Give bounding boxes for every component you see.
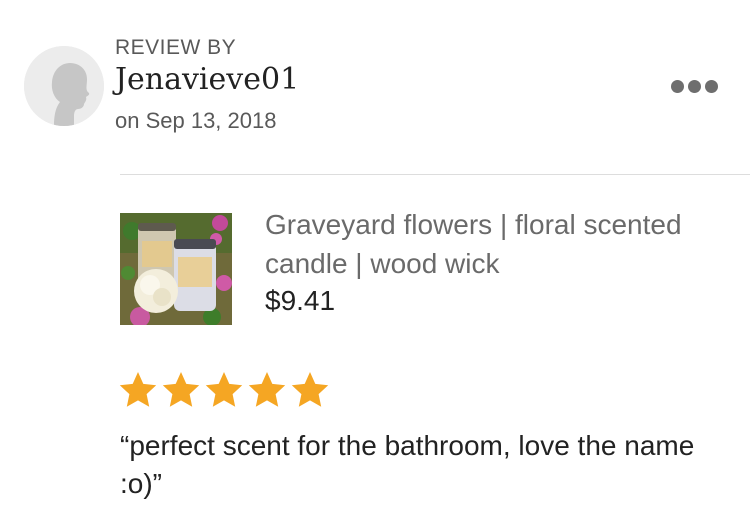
avatar[interactable]	[24, 46, 104, 126]
product-image[interactable]	[120, 213, 232, 325]
ellipsis-icon	[704, 79, 718, 93]
more-options-button[interactable]	[663, 72, 725, 100]
ellipsis-icon	[687, 79, 701, 93]
star-icon	[205, 372, 243, 407]
ellipsis-icon	[670, 79, 684, 93]
review-by-label: REVIEW BY	[115, 36, 237, 59]
user-silhouette-icon	[24, 46, 104, 126]
star-rating	[118, 370, 330, 410]
reviewer-username[interactable]: Jenavieve01	[115, 62, 299, 97]
star-icon	[119, 372, 157, 407]
product-title-link[interactable]: Graveyard flowers | floral scented candl…	[265, 205, 735, 283]
review-date: on Sep 13, 2018	[115, 108, 277, 133]
star-icon	[291, 372, 329, 407]
product-price: $9.41	[265, 285, 336, 316]
candle-photo-icon	[120, 213, 232, 325]
review-text: “perfect scent for the bathroom, love th…	[120, 430, 695, 499]
divider	[120, 174, 750, 175]
star-icon	[162, 372, 200, 407]
star-icon	[248, 372, 286, 407]
